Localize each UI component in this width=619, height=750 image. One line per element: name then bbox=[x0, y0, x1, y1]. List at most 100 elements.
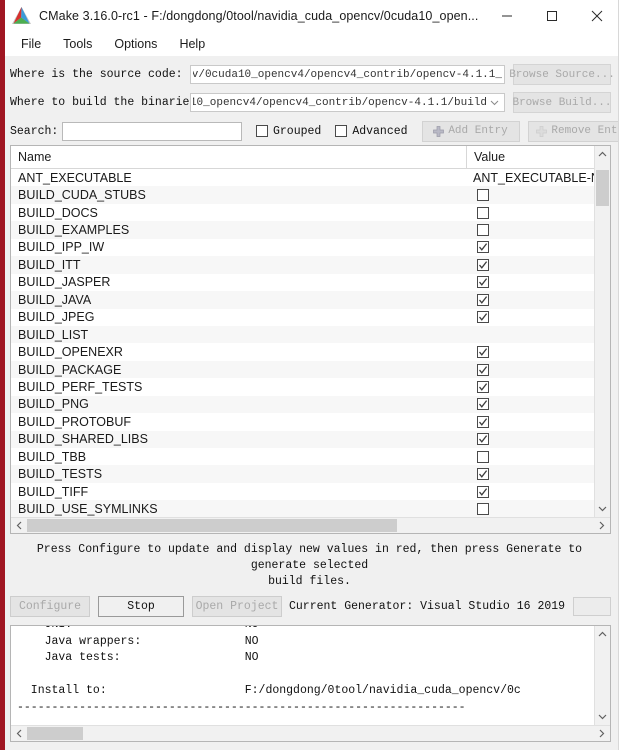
menu-item-tools[interactable]: Tools bbox=[52, 35, 103, 53]
cache-variable-value[interactable] bbox=[467, 258, 594, 271]
cache-variable-value[interactable] bbox=[467, 503, 594, 516]
checkbox-checked[interactable] bbox=[477, 241, 489, 254]
table-row[interactable]: BUILD_SHARED_LIBS bbox=[11, 430, 594, 448]
checkbox-checked[interactable] bbox=[477, 415, 489, 428]
cache-variable-value[interactable] bbox=[467, 206, 594, 219]
cache-variable-value[interactable] bbox=[467, 346, 594, 359]
cache-variable-value[interactable] bbox=[467, 189, 594, 202]
cache-variable-value[interactable] bbox=[467, 380, 594, 393]
cache-variable-value[interactable] bbox=[467, 398, 594, 411]
column-header-name[interactable]: Name bbox=[11, 146, 467, 168]
log-horizontal-scrollbar[interactable] bbox=[11, 725, 610, 741]
add-entry-button[interactable]: Add Entry bbox=[421, 120, 520, 142]
table-row[interactable]: BUILD_PNG bbox=[11, 395, 594, 414]
grouped-checkbox-group[interactable]: Grouped bbox=[256, 125, 321, 138]
table-row[interactable]: BUILD_TESTS bbox=[11, 465, 594, 483]
chevron-down-icon[interactable] bbox=[487, 100, 502, 106]
table-horizontal-scrollbar[interactable] bbox=[11, 517, 610, 533]
table-row[interactable]: BUILD_JASPER bbox=[11, 274, 594, 291]
cache-variable-value[interactable] bbox=[467, 241, 594, 254]
log-scroll-down-icon[interactable] bbox=[595, 709, 610, 725]
stop-button[interactable]: Stop bbox=[98, 596, 184, 617]
checkbox-checked[interactable] bbox=[477, 485, 489, 498]
checkbox-checked[interactable] bbox=[477, 468, 489, 481]
log-horizontal-scroll-thumb[interactable] bbox=[27, 727, 83, 740]
menu-item-file[interactable]: File bbox=[10, 35, 52, 53]
scroll-left-icon[interactable] bbox=[11, 521, 27, 530]
cache-variable-value[interactable] bbox=[467, 450, 594, 463]
checkbox-checked[interactable] bbox=[477, 380, 489, 393]
cache-variable-value[interactable] bbox=[467, 363, 594, 376]
browse-build-button[interactable]: Browse Build... bbox=[512, 92, 612, 113]
scroll-up-icon[interactable] bbox=[595, 146, 610, 162]
checkbox-unchecked[interactable] bbox=[477, 224, 489, 237]
log-vertical-scrollbar[interactable] bbox=[594, 626, 610, 725]
remove-entry-button[interactable]: Remove Entry bbox=[527, 120, 619, 142]
table-row[interactable]: BUILD_PACKAGE bbox=[11, 360, 594, 379]
checkbox-checked[interactable] bbox=[477, 363, 489, 376]
table-row[interactable]: BUILD_PERF_TESTS bbox=[11, 378, 594, 395]
table-row[interactable]: BUILD_USE_SYMLINKS bbox=[11, 500, 594, 517]
advanced-checkbox-group[interactable]: Advanced bbox=[335, 125, 408, 138]
table-row[interactable]: BUILD_LIST bbox=[11, 325, 594, 344]
search-input[interactable] bbox=[62, 121, 242, 141]
checkbox-checked[interactable] bbox=[477, 276, 489, 289]
horizontal-scroll-thumb[interactable] bbox=[27, 519, 397, 532]
checkbox-checked[interactable] bbox=[477, 311, 489, 324]
configure-button[interactable]: Configure bbox=[10, 596, 90, 617]
cache-variable-value[interactable] bbox=[467, 485, 594, 498]
cache-variable-value[interactable]: ANT_EXECUTABLE-NOTFOUND bbox=[467, 171, 594, 185]
advanced-checkbox[interactable] bbox=[335, 125, 348, 137]
table-row[interactable]: BUILD_ITT bbox=[11, 256, 594, 274]
checkbox-checked[interactable] bbox=[477, 258, 489, 271]
table-row[interactable]: BUILD_EXAMPLES bbox=[11, 221, 594, 239]
table-row[interactable]: ANT_EXECUTABLE ANT_EXECUTABLE-NOTFOUND bbox=[11, 169, 594, 186]
table-vertical-scrollbar[interactable] bbox=[594, 146, 610, 517]
checkbox-unchecked[interactable] bbox=[477, 189, 489, 202]
log-scroll-right-icon[interactable] bbox=[594, 729, 610, 738]
vertical-scroll-track[interactable] bbox=[595, 162, 610, 501]
cache-variable-value[interactable] bbox=[467, 433, 594, 446]
vertical-scroll-thumb[interactable] bbox=[596, 170, 609, 206]
checkbox-checked[interactable] bbox=[477, 346, 489, 359]
cache-variable-value[interactable] bbox=[467, 293, 594, 306]
cache-variable-value[interactable] bbox=[467, 415, 594, 428]
output-log-text[interactable]: JNI: NO Java wrappers: NO Java tests: NO… bbox=[11, 626, 594, 716]
menu-item-options[interactable]: Options bbox=[103, 35, 168, 53]
log-scroll-left-icon[interactable] bbox=[11, 729, 27, 738]
source-path-input[interactable]: _opencv/0cuda10_opencv4/opencv4_contrib/… bbox=[190, 65, 505, 84]
table-row[interactable]: BUILD_TBB bbox=[11, 448, 594, 465]
scroll-right-icon[interactable] bbox=[594, 521, 610, 530]
checkbox-checked[interactable] bbox=[477, 398, 489, 411]
table-row[interactable]: BUILD_PROTOBUF bbox=[11, 413, 594, 430]
checkbox-checked[interactable] bbox=[477, 293, 489, 306]
cache-variable-value[interactable] bbox=[467, 311, 594, 324]
close-icon[interactable] bbox=[574, 0, 619, 31]
scroll-down-icon[interactable] bbox=[595, 501, 610, 517]
browse-source-button[interactable]: Browse Source... bbox=[509, 64, 615, 85]
checkbox-unchecked[interactable] bbox=[477, 503, 489, 516]
checkbox-checked[interactable] bbox=[477, 433, 489, 446]
table-row[interactable]: BUILD_JPEG bbox=[11, 309, 594, 326]
open-project-button[interactable]: Open Project bbox=[192, 596, 282, 617]
maximize-icon[interactable] bbox=[529, 0, 574, 31]
minimize-icon[interactable] bbox=[484, 0, 529, 31]
log-vertical-scroll-track[interactable] bbox=[595, 642, 610, 709]
table-row[interactable]: BUILD_CUDA_STUBS bbox=[11, 186, 594, 204]
checkbox-unchecked[interactable] bbox=[477, 206, 489, 219]
table-row[interactable]: BUILD_JAVA bbox=[11, 291, 594, 309]
build-path-input[interactable]: 0cuda10_opencv4/opencv4_contrib/opencv-4… bbox=[190, 93, 505, 112]
grouped-checkbox[interactable] bbox=[256, 125, 268, 137]
horizontal-scroll-track[interactable] bbox=[27, 518, 594, 533]
column-header-value[interactable]: Value bbox=[467, 146, 594, 168]
log-horizontal-scroll-track[interactable] bbox=[27, 726, 594, 741]
log-scroll-up-icon[interactable] bbox=[595, 626, 610, 642]
menu-item-help[interactable]: Help bbox=[168, 35, 216, 53]
table-row[interactable]: BUILD_OPENEXR bbox=[11, 343, 594, 360]
table-row[interactable]: BUILD_TIFF bbox=[11, 483, 594, 500]
cache-variable-value[interactable] bbox=[467, 224, 594, 237]
cache-variable-value[interactable] bbox=[467, 276, 594, 289]
checkbox-unchecked[interactable] bbox=[477, 450, 489, 463]
table-row[interactable]: BUILD_IPP_IW bbox=[11, 239, 594, 256]
table-row[interactable]: BUILD_DOCS bbox=[11, 204, 594, 221]
